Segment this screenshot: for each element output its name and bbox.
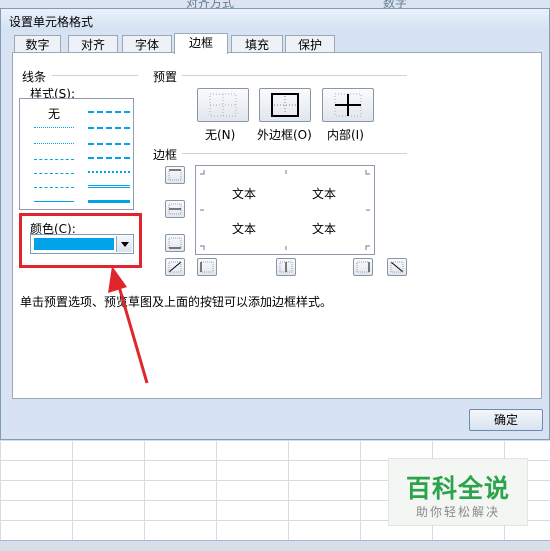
line-style-list[interactable]: 无 bbox=[19, 98, 134, 210]
border-inside-vertical-icon bbox=[279, 261, 293, 273]
line-style-option[interactable] bbox=[34, 159, 74, 160]
line-style-none[interactable]: 无 bbox=[48, 105, 60, 122]
border-inside-horizontal-icon bbox=[168, 203, 182, 215]
line-group-title: 线条 bbox=[22, 70, 47, 84]
dialog-titlebar: 设置单元格格式 bbox=[1, 9, 549, 31]
border-top-button[interactable] bbox=[165, 166, 185, 184]
line-style-option[interactable] bbox=[34, 187, 74, 188]
hint-text: 单击预置选项、预览草图及上面的按钮可以添加边框样式。 bbox=[20, 295, 333, 309]
preset-inside-label: 内部(I) bbox=[327, 128, 364, 142]
line-style-option[interactable] bbox=[88, 143, 130, 145]
preview-text-top-right: 文本 bbox=[312, 187, 337, 201]
border-left-button[interactable] bbox=[197, 258, 217, 276]
border-middle-h-button[interactable] bbox=[165, 200, 185, 218]
diagonal-up-icon bbox=[168, 261, 182, 273]
border-inside-icon bbox=[334, 93, 362, 117]
watermark-subtitle: 助你轻松解决 bbox=[415, 505, 500, 519]
preset-group-separator bbox=[182, 75, 407, 76]
border-middle-v-button[interactable] bbox=[276, 258, 296, 276]
tab-number[interactable]: 数字 bbox=[14, 35, 61, 53]
dialog-title: 设置单元格格式 bbox=[9, 15, 94, 29]
preset-none-label: 无(N) bbox=[205, 128, 236, 142]
preview-corner-marks bbox=[200, 170, 370, 250]
border-bottom-button[interactable] bbox=[165, 234, 185, 252]
sheet-status-bar bbox=[0, 540, 550, 551]
line-style-option[interactable] bbox=[88, 171, 130, 173]
border-right-icon bbox=[356, 261, 370, 273]
border-diagonal-down-button[interactable] bbox=[387, 258, 407, 276]
border-top-icon bbox=[168, 169, 182, 181]
preview-text-bottom-right: 文本 bbox=[312, 222, 337, 236]
border-preview[interactable]: 文本 文本 文本 文本 bbox=[195, 165, 375, 255]
red-highlight-box bbox=[19, 213, 142, 268]
preview-text-bottom-left: 文本 bbox=[232, 222, 257, 236]
tab-border[interactable]: 边框 bbox=[174, 33, 228, 54]
border-group-separator bbox=[182, 153, 407, 154]
border-bottom-icon bbox=[168, 237, 182, 249]
line-style-option[interactable] bbox=[88, 111, 130, 113]
line-style-option[interactable] bbox=[34, 173, 74, 174]
tab-font[interactable]: 字体 bbox=[122, 35, 172, 53]
preset-outline-label: 外边框(O) bbox=[257, 128, 312, 142]
ok-button[interactable]: 确定 bbox=[469, 409, 543, 431]
line-style-option[interactable] bbox=[88, 185, 130, 188]
watermark-logo: 百科全说 助你轻松解决 bbox=[388, 458, 528, 526]
tab-fill[interactable]: 填充 bbox=[231, 35, 283, 53]
line-group-separator bbox=[52, 75, 138, 76]
line-style-option[interactable] bbox=[34, 201, 74, 202]
tab-alignment[interactable]: 对齐 bbox=[68, 35, 118, 53]
border-diagonal-up-button[interactable] bbox=[165, 258, 185, 276]
diagonal-down-icon bbox=[390, 261, 404, 273]
line-style-option[interactable] bbox=[34, 127, 74, 128]
preset-group-title: 预置 bbox=[153, 70, 178, 84]
line-style-option[interactable] bbox=[88, 200, 130, 203]
tab-protection[interactable]: 保护 bbox=[285, 35, 335, 53]
border-group-title: 边框 bbox=[153, 148, 178, 162]
border-outline-icon bbox=[271, 93, 299, 117]
preset-inside-button[interactable] bbox=[322, 88, 374, 122]
line-style-option[interactable] bbox=[34, 143, 74, 144]
preset-outline-button[interactable] bbox=[259, 88, 311, 122]
preview-text-top-left: 文本 bbox=[232, 187, 257, 201]
border-right-button[interactable] bbox=[353, 258, 373, 276]
line-style-option[interactable] bbox=[88, 127, 130, 129]
preset-none-button[interactable] bbox=[197, 88, 249, 122]
border-left-icon bbox=[200, 261, 214, 273]
line-style-option[interactable] bbox=[88, 157, 130, 159]
watermark-title: 百科全说 bbox=[405, 474, 510, 503]
border-none-icon bbox=[209, 93, 237, 117]
